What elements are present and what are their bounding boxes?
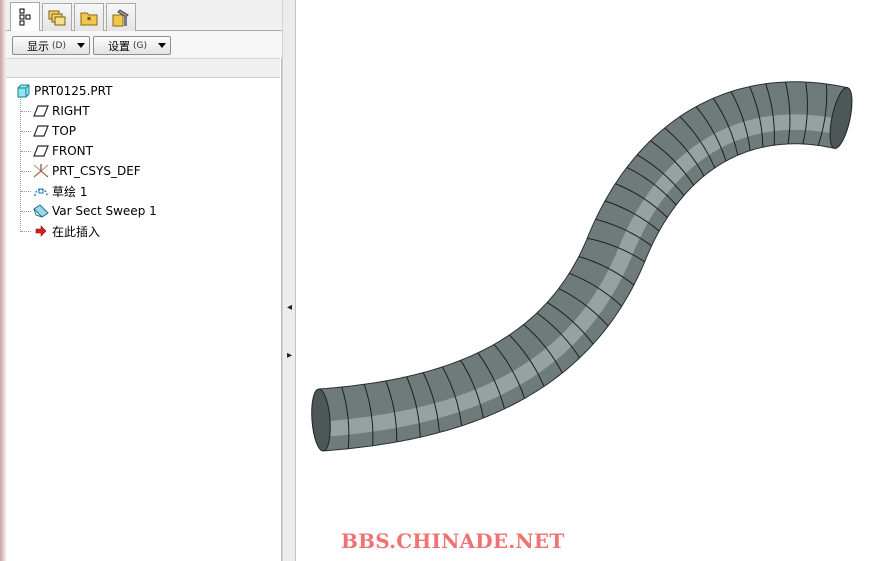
tree-item-insert-here[interactable]: 在此插入 bbox=[32, 221, 100, 241]
tree-guide-branch bbox=[21, 111, 31, 112]
show-label: 显示 bbox=[27, 39, 49, 53]
navigator-toolbar: 显示 (D) 设置 (G) bbox=[6, 31, 282, 58]
insert-here-arrow-icon bbox=[32, 223, 50, 239]
tab-connections[interactable] bbox=[106, 3, 136, 31]
datum-plane-icon bbox=[32, 123, 50, 139]
svg-text:*: * bbox=[87, 16, 92, 26]
tree-root-part[interactable]: PRT0125.PRT bbox=[14, 81, 112, 101]
variable-section-sweep-tube[interactable] bbox=[310, 81, 857, 452]
graphics-window[interactable]: BBS.CHINADE.NET bbox=[296, 0, 878, 561]
watermark-text: BBS.CHINADE.NET bbox=[341, 529, 565, 553]
variable-section-sweep-icon bbox=[32, 203, 50, 219]
settings-label: 设置 bbox=[108, 39, 130, 53]
tree-root-label: PRT0125.PRT bbox=[34, 84, 113, 98]
sketch-icon bbox=[32, 183, 50, 199]
model-tree-icon bbox=[17, 8, 33, 26]
chevron-down-icon bbox=[158, 43, 166, 48]
tree-item-var-sect-sweep[interactable]: Var Sect Sweep 1 bbox=[32, 201, 157, 221]
tree-item-label: 草绘 1 bbox=[52, 184, 88, 199]
tree-guide-branch bbox=[21, 171, 31, 172]
part-icon bbox=[14, 83, 32, 99]
tree-item-sketch[interactable]: 草绘 1 bbox=[32, 181, 87, 201]
tree-guide-branch bbox=[21, 151, 31, 152]
expand-right-icon[interactable]: ▸ bbox=[285, 346, 294, 364]
datum-plane-icon bbox=[32, 143, 50, 159]
tree-guide-branch bbox=[21, 191, 31, 192]
tree-item-right[interactable]: RIGHT bbox=[32, 101, 90, 121]
tree-item-csys[interactable]: PRT_CSYS_DEF bbox=[32, 161, 141, 181]
tree-item-label: PRT_CSYS_DEF bbox=[52, 164, 141, 178]
settings-dropdown-button[interactable]: 设置 (G) bbox=[93, 36, 171, 55]
tree-item-label: RIGHT bbox=[52, 104, 90, 118]
tree-item-top[interactable]: TOP bbox=[32, 121, 76, 141]
model-navigator-panel: * 显示 (D) 设置 (G) PRT0125.PRT RIGHT TOP FR… bbox=[6, 0, 282, 561]
tree-guide-branch bbox=[21, 211, 31, 212]
tube-body bbox=[318, 81, 849, 452]
tree-guide-branch bbox=[21, 231, 31, 232]
tree-item-label: FRONT bbox=[52, 144, 93, 158]
tree-item-label: TOP bbox=[52, 124, 77, 138]
model-viewport bbox=[310, 81, 857, 452]
favorites-folder-icon: * bbox=[79, 8, 99, 28]
navigator-tab-strip: * bbox=[6, 0, 282, 31]
datum-plane-icon bbox=[32, 103, 50, 119]
panel-splitter[interactable]: ◂ ▸ bbox=[282, 0, 296, 561]
tree-item-front[interactable]: FRONT bbox=[32, 141, 93, 161]
coordinate-system-icon bbox=[32, 163, 50, 179]
tab-favorites[interactable]: * bbox=[74, 3, 104, 31]
tab-layers[interactable] bbox=[42, 3, 72, 31]
tree-item-label: 在此插入 bbox=[52, 224, 101, 239]
tab-model-tree[interactable] bbox=[10, 2, 40, 31]
connections-icon bbox=[110, 7, 132, 29]
layers-icon bbox=[47, 8, 67, 28]
tree-item-label: Var Sect Sweep 1 bbox=[52, 204, 157, 218]
show-shortcut: (D) bbox=[52, 40, 66, 51]
show-dropdown-button[interactable]: 显示 (D) bbox=[12, 36, 90, 55]
settings-shortcut: (G) bbox=[133, 40, 147, 51]
chevron-down-icon bbox=[77, 43, 85, 48]
collapse-left-icon[interactable]: ◂ bbox=[285, 298, 294, 316]
tree-filter-bar[interactable] bbox=[6, 58, 280, 78]
tree-guide-branch bbox=[21, 131, 31, 132]
